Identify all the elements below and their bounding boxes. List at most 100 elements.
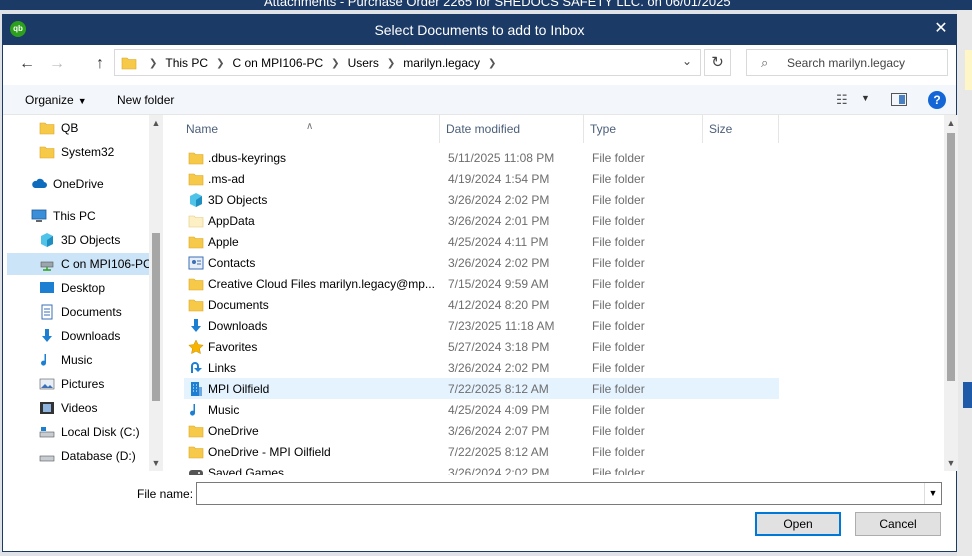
back-arrow-icon[interactable]: ←: [16, 53, 38, 75]
forward-arrow-icon[interactable]: →: [46, 53, 68, 75]
breadcrumb-users[interactable]: Users: [348, 56, 379, 70]
dialog-title: Select Documents to add to Inbox: [374, 22, 585, 38]
cancel-button[interactable]: Cancel: [855, 512, 941, 536]
folder-icon: [188, 425, 204, 438]
nav-item-music[interactable]: Music: [39, 349, 92, 371]
file-list: Name ∧ Date modified Type Size .dbus-key…: [180, 115, 945, 475]
column-header-size[interactable]: Size: [703, 115, 779, 143]
chevron-down-icon[interactable]: ⌄: [682, 54, 692, 68]
nav-item-system32[interactable]: System32: [39, 141, 114, 163]
file-date: 5/27/2024 3:18 PM: [448, 340, 550, 354]
file-name: AppData: [208, 214, 255, 228]
nav-item-videos[interactable]: Videos: [39, 397, 97, 419]
file-date: 7/23/2025 11:18 AM: [448, 319, 555, 333]
nav-pane-scrollbar[interactable]: ▲ ▼: [149, 115, 163, 471]
scroll-down-icon[interactable]: ▼: [149, 455, 163, 471]
scroll-up-icon[interactable]: ▲: [944, 115, 958, 131]
nav-item-local-disk-c[interactable]: Local Disk (C:): [39, 421, 140, 443]
file-type: File folder: [592, 319, 645, 333]
file-name: Saved Games: [208, 466, 285, 475]
nav-item-pictures[interactable]: Pictures: [39, 373, 104, 395]
preview-pane-icon[interactable]: [891, 93, 907, 106]
nav-item-onedrive[interactable]: OneDrive: [31, 173, 104, 195]
help-button[interactable]: ?: [928, 91, 946, 109]
file-date: 3/26/2024 2:02 PM: [448, 193, 550, 207]
file-row[interactable]: OneDrive - MPI Oilfield 7/22/2025 8:12 AM…: [184, 441, 779, 462]
chevron-down-icon[interactable]: ▼: [924, 483, 941, 504]
file-row[interactable]: Favorites 5/27/2024 3:18 PM File folder: [184, 336, 779, 357]
breadcrumb-c-drive[interactable]: C on MPI106-PC: [232, 56, 323, 70]
file-type: File folder: [592, 277, 645, 291]
nav-item-downloads[interactable]: Downloads: [39, 325, 120, 347]
chevron-right-icon[interactable]: ❯: [331, 58, 339, 69]
chevron-right-icon[interactable]: ❯: [488, 58, 496, 69]
folder-icon: [188, 152, 204, 165]
nav-item-desktop[interactable]: Desktop: [39, 277, 105, 299]
file-list-scroll-thumb[interactable]: [947, 133, 955, 381]
view-options-icon[interactable]: ☷: [836, 92, 848, 108]
nav-item-this-pc[interactable]: This PC: [31, 205, 96, 227]
music-icon: [190, 404, 196, 416]
column-header-date[interactable]: Date modified: [440, 115, 584, 143]
address-bar[interactable]: ❯ This PC ❯ C on MPI106-PC ❯ Users ❯ mar…: [114, 49, 701, 76]
new-folder-button[interactable]: New folder: [117, 93, 174, 107]
nav-item-3d-objects[interactable]: 3D Objects: [39, 229, 120, 251]
file-row[interactable]: 3D Objects 3/26/2024 2:02 PM File folder: [184, 189, 779, 210]
file-row[interactable]: .dbus-keyrings 5/11/2025 11:08 PM File fol…: [184, 147, 779, 168]
scroll-up-icon[interactable]: ▲: [149, 115, 163, 131]
file-name: Music: [208, 403, 240, 417]
nav-item-qb[interactable]: QB: [39, 117, 78, 139]
file-type: File folder: [592, 235, 645, 249]
network-drive-icon: [40, 261, 54, 271]
search-box[interactable]: ⌕ Search marilyn.legacy: [746, 49, 948, 76]
file-date: 3/26/2024 2:02 PM: [448, 466, 550, 475]
breadcrumb-this-pc[interactable]: This PC: [165, 56, 208, 70]
file-type: File folder: [592, 151, 645, 165]
nav-item-documents[interactable]: Documents: [39, 301, 122, 323]
file-type: File folder: [592, 445, 645, 459]
chevron-right-icon: ❯: [149, 57, 158, 69]
file-row[interactable]: MPI Oilfield 7/22/2025 8:12 AM File folder: [184, 378, 779, 399]
file-row[interactable]: .ms-ad 4/19/2024 1:54 PM File folder: [184, 168, 779, 189]
background-window-edge: [957, 10, 972, 556]
scroll-down-icon[interactable]: ▼: [944, 455, 958, 471]
chevron-right-icon[interactable]: ❯: [216, 58, 224, 69]
file-list-scrollbar[interactable]: ▲ ▼: [944, 115, 958, 471]
file-row[interactable]: Apple 4/25/2024 4:11 PM File folder: [184, 231, 779, 252]
file-type: File folder: [592, 424, 645, 438]
file-type: File folder: [592, 193, 645, 207]
file-row[interactable]: Saved Games 3/26/2024 2:02 PM File folder: [184, 462, 779, 475]
file-row[interactable]: AppData 3/26/2024 2:01 PM File folder: [184, 210, 779, 231]
file-name-combobox[interactable]: ▼: [196, 482, 942, 505]
nav-item-database-d[interactable]: Database (D:): [39, 445, 136, 467]
file-type: File folder: [592, 466, 645, 475]
file-row[interactable]: Creative Cloud Files marilyn.legacy@mp..…: [184, 273, 779, 294]
folder-icon: [188, 173, 204, 186]
file-row[interactable]: Links 3/26/2024 2:02 PM File folder: [184, 357, 779, 378]
file-row[interactable]: Contacts 3/26/2024 2:02 PM File folder: [184, 252, 779, 273]
file-name-input[interactable]: [197, 483, 917, 504]
folder-icon: [188, 236, 204, 249]
up-arrow-icon[interactable]: ↑: [89, 53, 111, 75]
refresh-button[interactable]: ↻: [704, 49, 731, 76]
close-button[interactable]: ✕: [932, 20, 950, 38]
file-row[interactable]: Downloads 7/23/2025 11:18 AM File folder: [184, 315, 779, 336]
column-header-name[interactable]: Name ∧: [180, 115, 440, 143]
column-header-type[interactable]: Type: [584, 115, 703, 143]
navigation-pane: QB System32 OneDrive This PC 3D Objects …: [3, 115, 151, 475]
nav-item-c-on-mpi106[interactable]: C on MPI106-PC: [7, 253, 151, 275]
folder-icon: [39, 146, 55, 159]
open-button[interactable]: Open: [755, 512, 841, 536]
chevron-down-icon[interactable]: ▼: [861, 93, 870, 103]
file-row[interactable]: OneDrive 3/26/2024 2:07 PM File folder: [184, 420, 779, 441]
file-name: 3D Objects: [208, 193, 268, 207]
pictures-icon: [39, 378, 55, 390]
nav-pane-scroll-thumb[interactable]: [152, 233, 160, 401]
chevron-right-icon[interactable]: ❯: [387, 58, 395, 69]
file-date: 3/26/2024 2:02 PM: [448, 256, 550, 270]
organize-button[interactable]: Organize ▼: [25, 93, 87, 107]
file-row[interactable]: Documents 4/12/2024 8:20 PM File folder: [184, 294, 779, 315]
breadcrumb-user-folder[interactable]: marilyn.legacy: [403, 56, 480, 70]
file-row[interactable]: Music 4/25/2024 4:09 PM File folder: [184, 399, 779, 420]
file-date: 3/26/2024 2:01 PM: [448, 214, 550, 228]
